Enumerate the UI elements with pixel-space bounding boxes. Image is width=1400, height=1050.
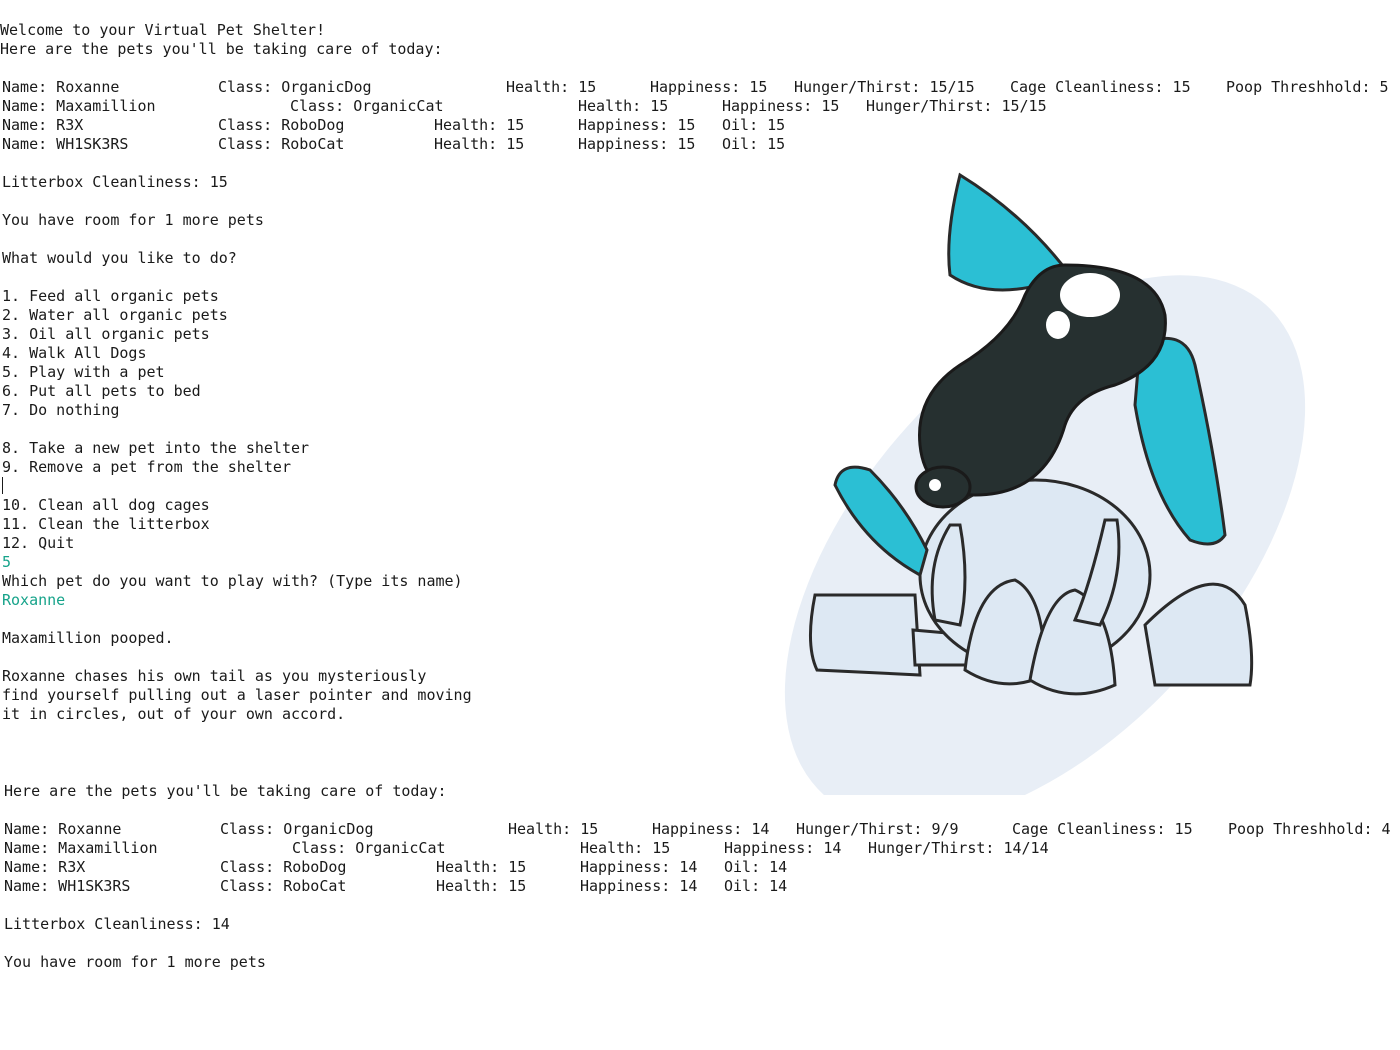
pets-heading: Here are the pets you'll be taking care … — [4, 782, 447, 800]
menu-prompt: What would you like to do? — [2, 249, 237, 267]
pet-name: Name: R3X — [4, 858, 86, 876]
pet-name: Name: R3X — [2, 116, 84, 134]
pet-oil: Oil: 15 — [722, 135, 786, 153]
pet-class: Class: RoboCat — [220, 877, 347, 895]
play-result-line: it in circles, out of your own accord. — [2, 705, 346, 723]
pet-health: Health: 15 — [434, 135, 525, 153]
pet-happiness: Happiness: 15 — [578, 116, 696, 134]
pet-health: Health: 15 — [436, 858, 527, 876]
menu-option-remove: 9. Remove a pet from the shelter — [2, 458, 291, 476]
pet-poop-threshold: Poop Threshhold: 4 — [1228, 820, 1391, 838]
pet-hunger-thirst: Hunger/Thirst: 14/14 — [868, 839, 1049, 857]
robot-dog-mascot-icon — [784, 172, 1306, 795]
pet-happiness: Happiness: 15 — [578, 135, 696, 153]
pet-health: Health: 15 — [434, 116, 525, 134]
user-pet-input: Roxanne — [2, 591, 66, 609]
pet-hunger-thirst: Hunger/Thirst: 15/15 — [794, 78, 975, 96]
menu-option-clean-cages: 10. Clean all dog cages — [2, 496, 210, 514]
pet-class: Class: RoboDog — [218, 116, 345, 134]
pet-row: Name: Maxamillion Class: OrganicCat Heal… — [0, 97, 1400, 116]
pets-heading: Here are the pets you'll be taking care … — [0, 40, 443, 58]
pet-happiness: Happiness: 14 — [652, 820, 770, 838]
menu-option-walk: 4. Walk All Dogs — [2, 344, 147, 362]
pet-name: Name: Maxamillion — [4, 839, 158, 857]
pet-health: Health: 15 — [580, 839, 671, 857]
play-result-line: Roxanne chases his own tail as you myste… — [2, 667, 427, 685]
pet-row: Name: WH1SK3RS Class: RoboCat Health: 15… — [0, 135, 1400, 154]
pet-happiness: Happiness: 14 — [580, 877, 698, 895]
pet-hunger-thirst: Hunger/Thirst: 15/15 — [866, 97, 1047, 115]
room-status: You have room for 1 more pets — [4, 953, 266, 971]
menu-option-oil: 3. Oil all organic pets — [2, 325, 210, 343]
pet-name: Name: WH1SK3RS — [4, 877, 131, 895]
pet-class: Class: OrganicDog — [220, 820, 374, 838]
menu-option-feed: 1. Feed all organic pets — [2, 287, 219, 305]
room-status: You have room for 1 more pets — [2, 211, 264, 229]
pet-class: Class: RoboDog — [220, 858, 347, 876]
menu-option-play: 5. Play with a pet — [2, 363, 165, 381]
pet-health: Health: 15 — [578, 97, 669, 115]
pet-hunger-thirst: Hunger/Thirst: 9/9 — [796, 820, 959, 838]
menu-option-clean-litterbox: 11. Clean the litterbox — [2, 515, 210, 533]
pet-name: Name: Roxanne — [2, 78, 120, 96]
litterbox-status: Litterbox Cleanliness: 15 — [2, 173, 228, 191]
pet-health: Health: 15 — [436, 877, 527, 895]
menu-option-nothing: 7. Do nothing — [2, 401, 120, 419]
console-output: Welcome to your Virtual Pet Shelter! Her… — [0, 0, 1400, 1050]
pet-row: Name: Roxanne Class: OrganicDog Health: … — [0, 78, 1400, 97]
pet-name: Name: Roxanne — [4, 820, 122, 838]
pet-row: Name: R3X Class: RoboDog Health: 15 Happ… — [0, 858, 1400, 877]
pet-name-prompt: Which pet do you want to play with? (Typ… — [2, 572, 463, 590]
user-choice-input: 5 — [2, 553, 12, 571]
pet-row: Name: Roxanne Class: OrganicDog Health: … — [0, 820, 1400, 839]
welcome-text: Welcome to your Virtual Pet Shelter! — [0, 21, 326, 39]
pet-happiness: Happiness: 15 — [722, 97, 840, 115]
pet-health: Health: 15 — [506, 78, 597, 96]
pet-row: Name: R3X Class: RoboDog Health: 15 Happ… — [0, 116, 1400, 135]
menu-option-water: 2. Water all organic pets — [2, 306, 228, 324]
text-cursor[interactable] — [2, 477, 3, 494]
menu-option-adopt: 8. Take a new pet into the shelter — [2, 439, 310, 457]
event-message: Maxamillion pooped. — [2, 629, 174, 647]
pet-happiness: Happiness: 14 — [724, 839, 842, 857]
pet-happiness: Happiness: 15 — [650, 78, 768, 96]
pet-name: Name: WH1SK3RS — [2, 135, 129, 153]
pet-oil: Oil: 14 — [724, 877, 788, 895]
pet-name: Name: Maxamillion — [2, 97, 156, 115]
pet-oil: Oil: 14 — [724, 858, 788, 876]
pet-oil: Oil: 15 — [722, 116, 786, 134]
pet-class: Class: OrganicCat — [292, 839, 446, 857]
pet-poop-threshold: Poop Threshhold: 5 — [1226, 78, 1389, 96]
litterbox-status: Litterbox Cleanliness: 14 — [4, 915, 230, 933]
menu-option-quit: 12. Quit — [2, 534, 75, 552]
pet-row: Name: WH1SK3RS Class: RoboCat Health: 15… — [0, 877, 1400, 896]
pet-happiness: Happiness: 14 — [580, 858, 698, 876]
pet-row: Name: Maxamillion Class: OrganicCat Heal… — [0, 839, 1400, 858]
pet-health: Health: 15 — [508, 820, 599, 838]
pet-cage-cleanliness: Cage Cleanliness: 15 — [1010, 78, 1191, 96]
pet-class: Class: OrganicCat — [290, 97, 444, 115]
pet-cage-cleanliness: Cage Cleanliness: 15 — [1012, 820, 1193, 838]
play-result-line: find yourself pulling out a laser pointe… — [2, 686, 472, 704]
pet-class: Class: RoboCat — [218, 135, 345, 153]
menu-option-bed: 6. Put all pets to bed — [2, 382, 201, 400]
pet-class: Class: OrganicDog — [218, 78, 372, 96]
